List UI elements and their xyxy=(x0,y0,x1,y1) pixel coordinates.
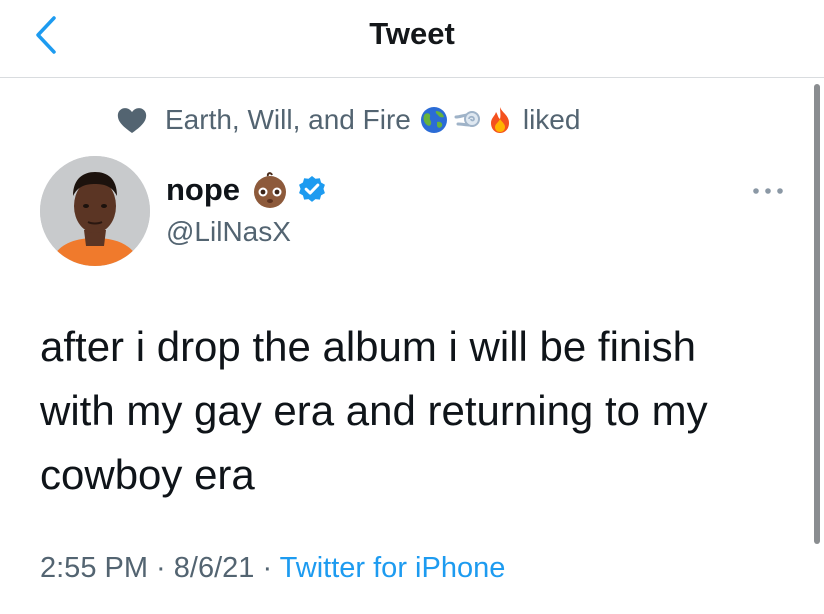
tweet-metadata: 2:55 PM · 8/6/21 · Twitter for iPhone xyxy=(40,552,505,585)
baby-face-icon xyxy=(254,172,287,208)
tweet-text: after i drop the album i will be finish … xyxy=(40,323,708,498)
tweet-time[interactable]: 2:55 PM xyxy=(40,552,148,584)
verified-badge-icon xyxy=(299,176,325,202)
scrollbar[interactable] xyxy=(814,84,820,544)
page-title: Tweet xyxy=(369,16,455,51)
author-name-row[interactable]: nope xyxy=(166,168,328,212)
fire-icon xyxy=(490,107,509,133)
liker-name: Earth, Will, and Fire xyxy=(165,104,411,135)
more-icon xyxy=(753,188,783,194)
top-bar: Tweet xyxy=(0,0,824,78)
dash-icon xyxy=(454,111,480,127)
tweet-source-link[interactable]: Twitter for iPhone xyxy=(280,552,506,584)
avatar[interactable] xyxy=(40,156,150,266)
more-options-button[interactable] xyxy=(748,182,788,200)
profile-photo xyxy=(40,156,150,266)
social-context[interactable]: Earth, Will, and Fire liked xyxy=(115,100,580,140)
author-handle[interactable]: @LilNasX xyxy=(166,216,291,248)
meta-separator: · xyxy=(148,552,174,584)
tweet-date[interactable]: 8/6/21 xyxy=(174,552,255,584)
liked-label: liked xyxy=(522,104,581,135)
meta-separator: · xyxy=(254,552,280,584)
globe-icon xyxy=(420,107,447,133)
heart-icon xyxy=(117,108,147,134)
display-name: nope xyxy=(166,172,241,207)
